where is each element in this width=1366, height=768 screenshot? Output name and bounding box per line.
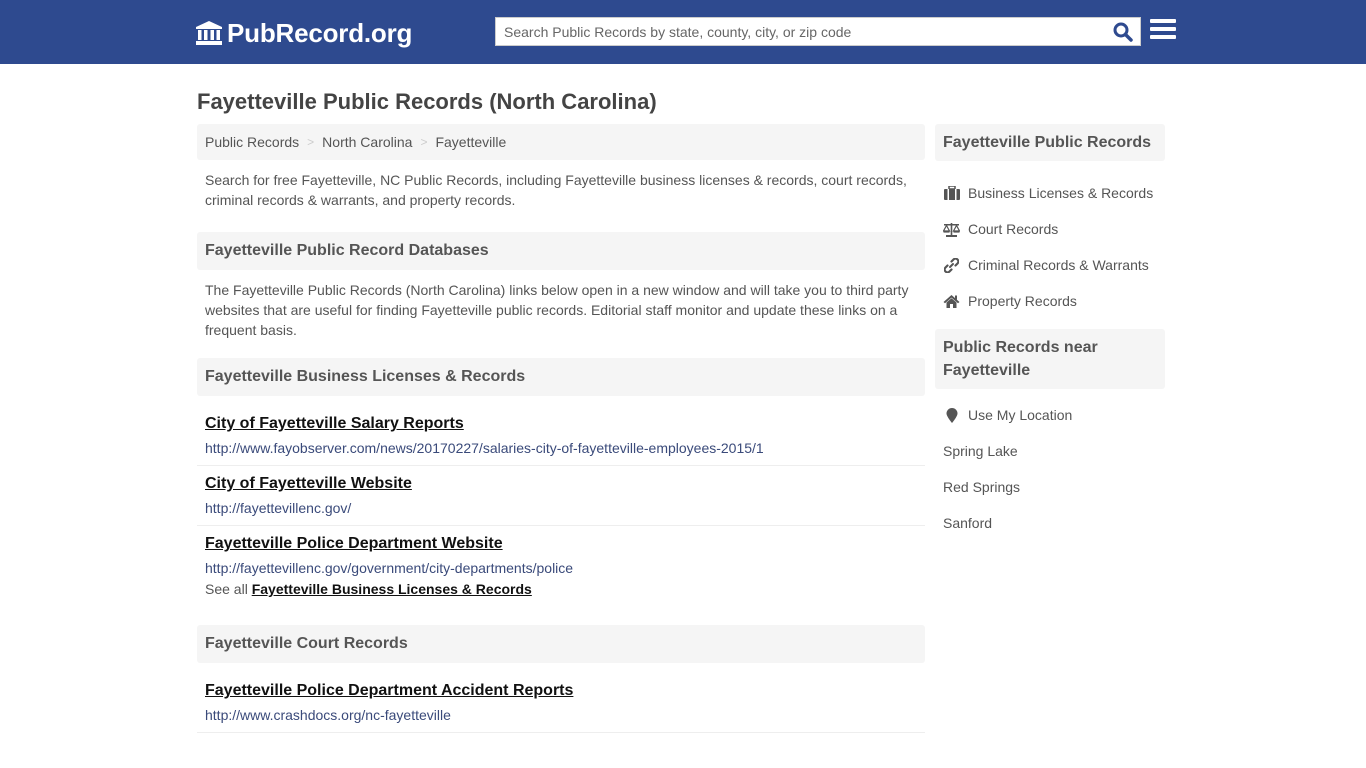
record-link-url[interactable]: http://www.crashdocs.org/nc-fayetteville	[205, 706, 917, 724]
breadcrumb-north-carolina[interactable]: North Carolina	[322, 134, 412, 150]
sidebar-records-list: Business Licenses & Records Court Record…	[935, 161, 1165, 323]
sidebar-nearby-list: Use My Location Spring Lake Red Springs …	[935, 389, 1165, 545]
use-my-location-label: Use My Location	[968, 407, 1073, 423]
record-link-item: Fayetteville Police Department Accident …	[197, 673, 925, 733]
logo-text: PubRecord.org	[227, 18, 413, 48]
record-link-item: Fayetteville Police Department Website h…	[197, 526, 925, 585]
sidebar-records-heading: Fayetteville Public Records	[935, 124, 1165, 161]
breadcrumb-fayetteville[interactable]: Fayetteville	[435, 134, 506, 150]
record-link-url[interactable]: http://fayettevillenc.gov/	[205, 499, 917, 517]
breadcrumb-separator: >	[307, 135, 315, 149]
sidebar-item-label: Property Records	[968, 293, 1077, 309]
sidebar-item-label: Court Records	[968, 221, 1059, 237]
record-link-title[interactable]: City of Fayetteville Website	[205, 474, 917, 494]
home-icon	[943, 293, 960, 309]
sidebar-item-court-records[interactable]: Court Records	[935, 211, 1165, 247]
intro-text: Search for free Fayetteville, NC Public …	[205, 172, 907, 208]
breadcrumb-separator: >	[420, 135, 428, 149]
sidebar: Fayetteville Public Records Business Lic…	[935, 124, 1165, 545]
search-button[interactable]	[1106, 18, 1140, 45]
databases-heading: Fayetteville Public Record Databases	[197, 232, 925, 270]
search-bar	[495, 17, 1141, 46]
breadcrumb: Public Records > North Carolina > Fayett…	[197, 124, 925, 160]
main-content: Public Records > North Carolina > Fayett…	[197, 124, 925, 733]
business-licenses-section: Fayetteville Business Licenses & Records…	[197, 358, 925, 597]
sidebar-item-property-records[interactable]: Property Records	[935, 283, 1165, 319]
court-records-heading: Fayetteville Court Records	[197, 625, 925, 663]
top-navbar: PubRecord.org	[0, 0, 1366, 64]
see-all-business-link[interactable]: Fayetteville Business Licenses & Records	[252, 581, 532, 597]
search-icon	[1113, 22, 1133, 42]
briefcase-icon	[943, 185, 960, 201]
balance-scale-icon	[943, 221, 960, 237]
record-link-url[interactable]: http://www.fayobserver.com/news/20170227…	[205, 439, 917, 457]
nearby-city-link[interactable]: Red Springs	[935, 469, 1165, 505]
court-records-section: Fayetteville Court Records Fayetteville …	[197, 625, 925, 733]
record-link-title[interactable]: Fayetteville Police Department Website	[205, 534, 917, 554]
sidebar-item-label: Business Licenses & Records	[968, 185, 1154, 201]
record-link-item: City of Fayetteville Salary Reports http…	[197, 406, 925, 466]
see-all-prefix: See all	[205, 581, 248, 597]
sidebar-item-business-licenses[interactable]: Business Licenses & Records	[935, 175, 1165, 211]
site-logo[interactable]: PubRecord.org	[195, 18, 412, 48]
see-all-line: See all Fayetteville Business Licenses &…	[197, 581, 925, 597]
use-my-location-link[interactable]: Use My Location	[935, 397, 1165, 433]
business-licenses-heading: Fayetteville Business Licenses & Records	[197, 358, 925, 396]
hamburger-menu-icon[interactable]	[1150, 19, 1176, 43]
record-link-item: City of Fayetteville Website http://faye…	[197, 466, 925, 526]
page-title: Fayetteville Public Records (North Carol…	[197, 89, 657, 114]
databases-description: The Fayetteville Public Records (North C…	[205, 282, 909, 338]
record-link-url[interactable]: http://fayettevillenc.gov/government/cit…	[205, 559, 917, 577]
courthouse-icon	[196, 21, 222, 45]
record-link-title[interactable]: Fayetteville Police Department Accident …	[205, 681, 917, 701]
sidebar-item-label: Criminal Records & Warrants	[968, 257, 1149, 273]
nearby-city-link[interactable]: Spring Lake	[935, 433, 1165, 469]
breadcrumb-public-records[interactable]: Public Records	[205, 134, 299, 150]
record-link-title[interactable]: City of Fayetteville Salary Reports	[205, 414, 917, 434]
map-marker-icon	[943, 407, 960, 423]
nearby-city-link[interactable]: Sanford	[935, 505, 1165, 541]
search-input[interactable]	[496, 18, 1106, 45]
sidebar-nearby-heading: Public Records near Fayetteville	[935, 329, 1165, 389]
sidebar-item-criminal-records[interactable]: Criminal Records & Warrants	[935, 247, 1165, 283]
link-icon	[943, 257, 960, 273]
